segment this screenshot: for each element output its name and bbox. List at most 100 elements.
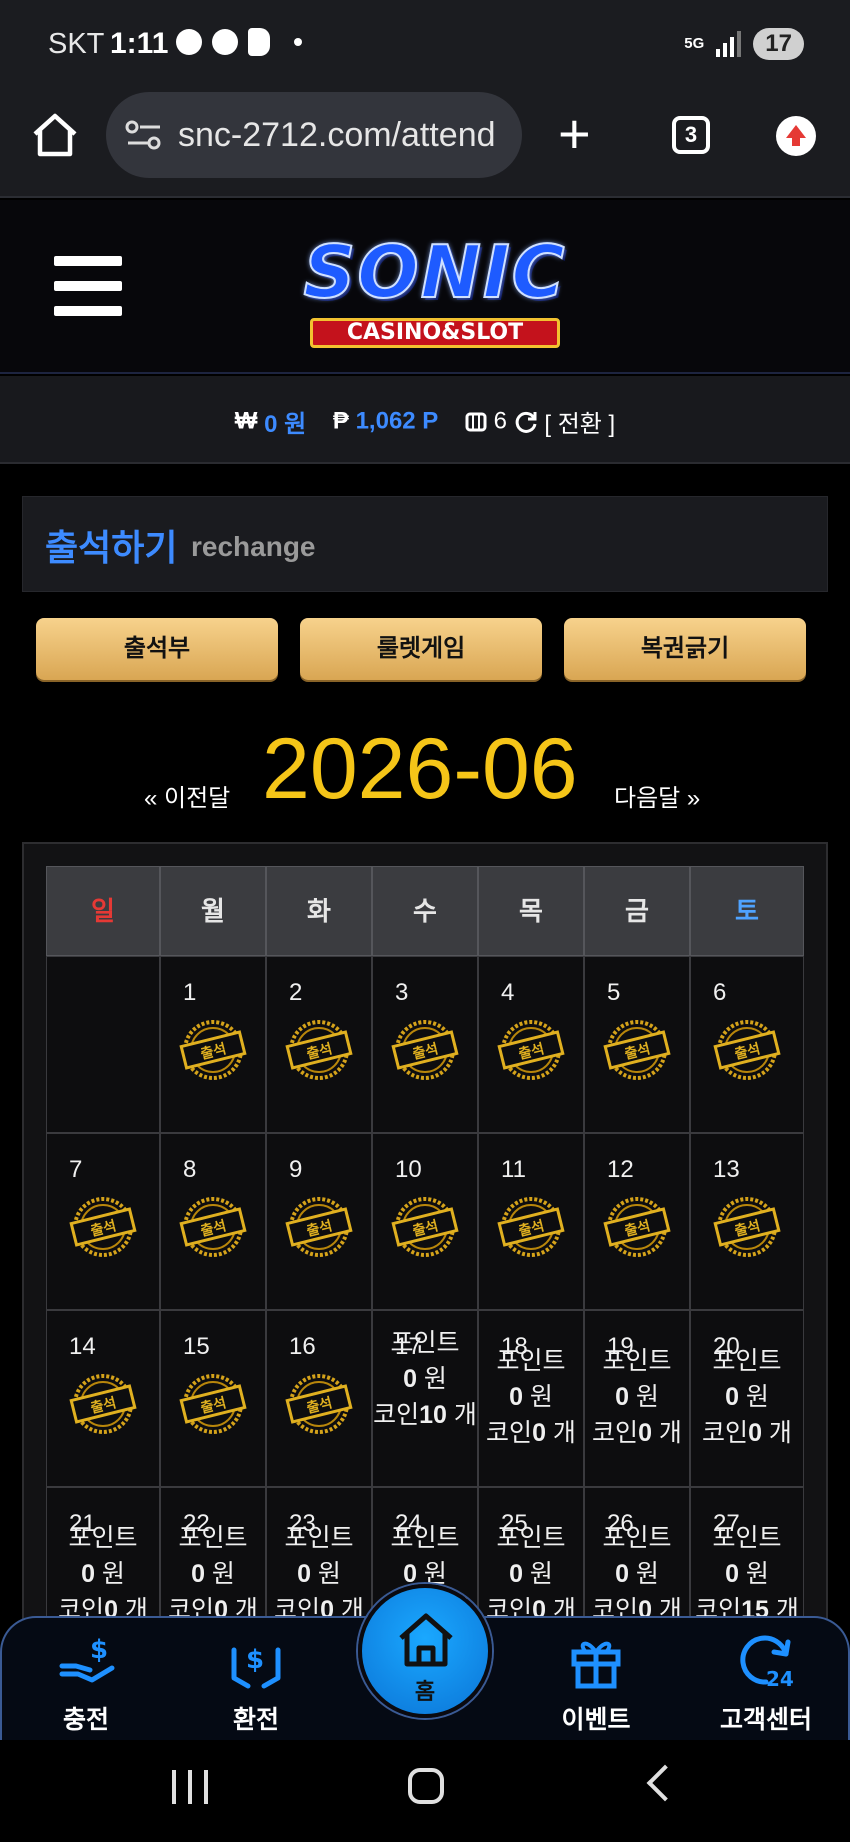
day-number: 3 xyxy=(395,979,409,1006)
calendar-day-cell: 9 출석 xyxy=(266,1133,372,1310)
svg-text:$: $ xyxy=(246,1645,264,1675)
svg-text:$: $ xyxy=(90,1635,108,1665)
won-unit: 원 xyxy=(211,1560,235,1588)
menu-icon[interactable] xyxy=(54,256,122,316)
reward-info: 포인트0 원코인0 개 xyxy=(47,1520,159,1628)
day-number: 1 xyxy=(183,979,197,1006)
calendar-week-row: 1 출석 2 출석 3 출석 4 출석 5 출석 6 출석 xyxy=(46,956,808,1133)
nav-withdraw[interactable]: $ 환전 xyxy=(196,1618,316,1742)
attendance-stamp-icon: 출석 xyxy=(711,1019,783,1081)
calendar-day-cell: 18 포인트 0 원 코인0 개 xyxy=(478,1310,584,1487)
coin-amount: 코인0 개 xyxy=(691,1415,803,1451)
nav-deposit[interactable]: $ 충전 xyxy=(26,1618,146,1742)
point-amount: 0 원 xyxy=(373,1361,477,1397)
nav-event[interactable]: 이벤트 xyxy=(536,1618,656,1742)
browser-home-icon[interactable] xyxy=(30,110,80,160)
deposit-icon: $ xyxy=(59,1635,115,1683)
next-month-link[interactable]: 다음달 » xyxy=(614,778,700,813)
status-bar: SKT 1:11 5G 17 xyxy=(0,0,850,92)
calendar-day-cell: 11 출석 xyxy=(478,1133,584,1310)
update-icon[interactable] xyxy=(776,116,816,156)
site-settings-icon[interactable] xyxy=(124,118,164,152)
point-label: 포인트 xyxy=(284,1524,354,1552)
system-home-icon[interactable] xyxy=(408,1768,444,1804)
coin-value: 10 xyxy=(419,1401,447,1429)
weekday-tuesday: 화 xyxy=(266,866,372,956)
calendar-day-cell: 12 출석 xyxy=(584,1133,690,1310)
point-label: 포인트 xyxy=(602,1347,672,1375)
calendar-day-cell: 10 출석 xyxy=(372,1133,478,1310)
svg-text:24: 24 xyxy=(766,1667,794,1690)
reward-info: 포인트0 원코인0 개 xyxy=(585,1520,689,1628)
page-subtitle: rechange xyxy=(191,531,316,562)
system-navigation-bar xyxy=(0,1740,850,1842)
calendar-day-cell: 3 출석 xyxy=(372,956,478,1133)
won-unit: 원 xyxy=(423,1365,447,1393)
new-tab-icon[interactable]: + xyxy=(558,106,591,162)
attendance-stamp-icon: 출석 xyxy=(67,1373,139,1435)
attendance-stamp-icon: 출석 xyxy=(495,1019,567,1081)
calendar-day-cell: 20 포인트 0 원 코인0 개 xyxy=(690,1310,804,1487)
tab-switcher-button[interactable]: 3 xyxy=(672,116,710,154)
balance-bar: ₩ 0 원 ₱ 1,062 P 6 [ 전환 ] xyxy=(0,376,850,464)
won-unit: 원 xyxy=(101,1560,125,1588)
point-amount: 0 원 xyxy=(691,1556,803,1592)
weekday-thursday: 목 xyxy=(478,866,584,956)
ticket-count: 6 xyxy=(493,407,508,435)
won-unit: 원 xyxy=(529,1383,553,1411)
won-unit: 원 xyxy=(317,1560,341,1588)
nav-support[interactable]: 24 고객센터 xyxy=(706,1618,826,1742)
chat-icon xyxy=(212,29,238,55)
prev-month-link[interactable]: « 이전달 xyxy=(144,778,230,813)
roulette-game-button[interactable]: 룰렛게임 xyxy=(300,618,542,680)
day-number: 14 xyxy=(69,1333,96,1360)
reward-info: 포인트0 원코인0 개 xyxy=(479,1520,583,1628)
calendar-day-cell: 19 포인트 0 원 코인0 개 xyxy=(584,1310,690,1487)
point-value: 0 xyxy=(725,1383,739,1411)
calendar-day-cell: 14 출석 xyxy=(46,1310,160,1487)
point-label: 포인트 xyxy=(712,1524,782,1552)
notification-icons xyxy=(176,28,302,56)
attendance-stamp-icon: 출석 xyxy=(67,1196,139,1258)
attendance-book-button[interactable]: 출석부 xyxy=(36,618,278,680)
section-title-bar: 출석하기 rechange xyxy=(22,496,828,592)
point-amount: 0 원 xyxy=(691,1379,803,1415)
b-app-icon xyxy=(248,28,270,56)
nav-home-button[interactable]: 홈 xyxy=(358,1584,492,1718)
day-number: 4 xyxy=(501,979,515,1006)
day-number: 2 xyxy=(289,979,303,1006)
coin-amount: 코인0 개 xyxy=(585,1415,689,1451)
coin-unit: 개 xyxy=(768,1419,792,1447)
reward-info: 포인트 0 원 코인10 개 xyxy=(373,1325,477,1433)
refresh-icon[interactable] xyxy=(514,410,538,434)
day-number: 5 xyxy=(607,979,621,1006)
day-number: 8 xyxy=(183,1156,197,1183)
site-logo[interactable]: SONIC CASINO&SLOT xyxy=(270,222,600,352)
coin-label: 코인 xyxy=(486,1419,533,1447)
point-amount: 0 원 xyxy=(585,1379,689,1415)
recent-apps-icon[interactable] xyxy=(172,1770,208,1806)
coin-value: 0 xyxy=(748,1419,762,1447)
carrier-label: SKT xyxy=(48,28,105,60)
point-amount: 0 원 xyxy=(479,1556,583,1592)
switch-link[interactable]: [ 전환 ] xyxy=(544,411,615,438)
calendar-day-cell: 13 출석 xyxy=(690,1133,804,1310)
signal-icon xyxy=(716,31,742,57)
calendar-day-cell: 1 출석 xyxy=(160,956,266,1133)
attendance-stamp-icon: 출석 xyxy=(601,1196,673,1258)
clock: 1:11 xyxy=(110,27,169,60)
attendance-stamp-icon: 출석 xyxy=(389,1019,461,1081)
point-value: 0 xyxy=(509,1560,523,1588)
coin-value: 0 xyxy=(532,1419,546,1447)
back-icon[interactable] xyxy=(646,1764,684,1802)
attendance-stamp-icon: 출석 xyxy=(495,1196,567,1258)
point-value: 0 xyxy=(725,1560,739,1588)
coin-label: 코인 xyxy=(702,1419,749,1447)
won-unit: 원 xyxy=(635,1383,659,1411)
lottery-scratch-button[interactable]: 복권긁기 xyxy=(564,618,806,680)
address-bar[interactable]: snc-2712.com/attend xyxy=(106,92,522,178)
point-amount: 0 원 xyxy=(161,1556,265,1592)
ticket-icon xyxy=(465,412,487,431)
browser-toolbar: snc-2712.com/attend + 3 xyxy=(0,92,850,198)
calendar-week-row: 14 출석 15 출석 16 출석 17 포인트 0 원 코인10 개 18 포인트 0 원 코인0 개1… xyxy=(46,1310,808,1487)
